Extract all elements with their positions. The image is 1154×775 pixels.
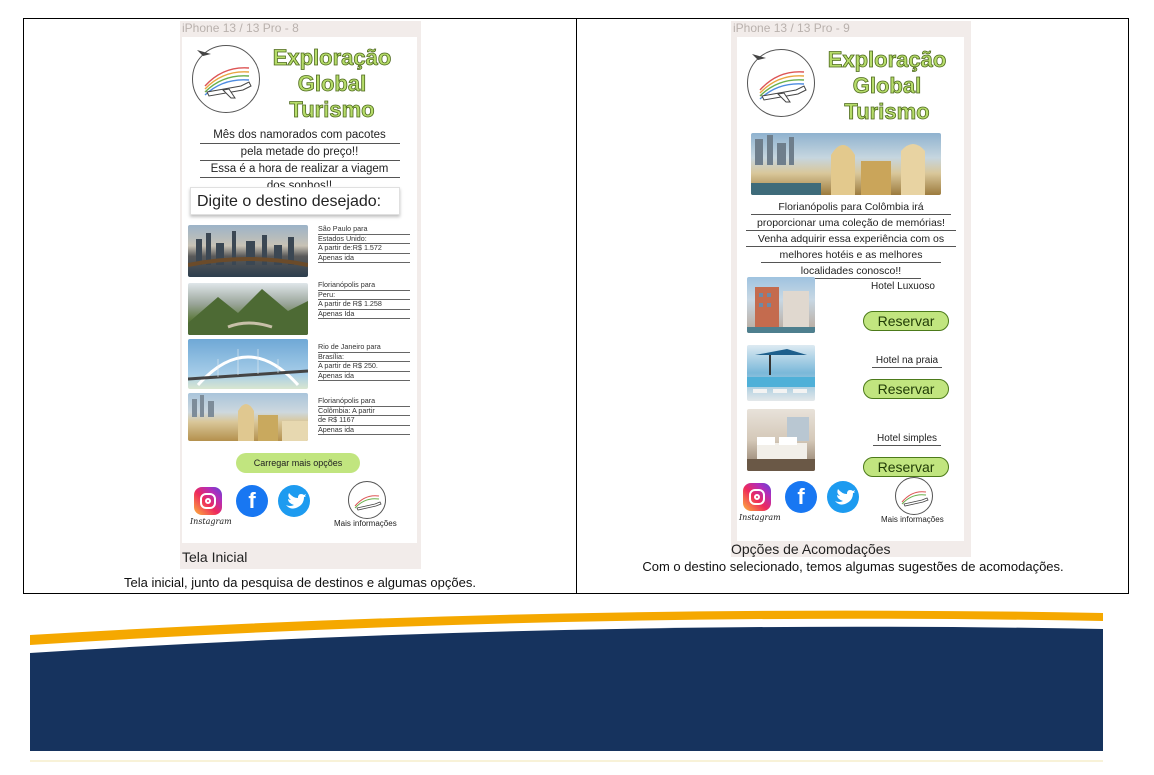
load-more-button[interactable]: Carregar mais opções — [236, 453, 360, 473]
facebook-icon[interactable]: f — [785, 481, 817, 513]
brand-title: Exploração Global Turismo — [272, 45, 392, 123]
airplane-icon — [197, 50, 252, 99]
screen-title: Tela Inicial — [182, 549, 248, 565]
brand-title: Exploração Global Turismo — [827, 47, 947, 125]
more-info-logo-icon[interactable] — [348, 481, 386, 519]
hotel-name-1: Hotel Luxuoso — [871, 281, 935, 292]
more-info-logo-icon[interactable] — [895, 477, 933, 515]
instagram-wordmark: Instagram — [739, 513, 781, 522]
instagram-icon[interactable] — [194, 487, 222, 515]
logo — [747, 49, 815, 117]
twitter-icon[interactable] — [827, 481, 859, 513]
right-cell: iPhone 13 / 13 Pro - 9 Exploração Global… — [577, 19, 1129, 593]
deal-text-2[interactable]: Florianópolis para Peru: A partir de R$ 1.… — [318, 280, 410, 320]
reserve-button-3[interactable]: Reservar — [863, 457, 949, 477]
phone-frame-home: iPhone 13 / 13 Pro - 8 Exploração Global… — [180, 21, 421, 569]
deal-image-colombia[interactable] — [188, 393, 308, 441]
comparison-table: iPhone 13 / 13 Pro - 8 Exploração Global… — [23, 18, 1129, 594]
more-info-label[interactable]: Mais informações — [334, 519, 397, 528]
airplane-icon — [752, 54, 807, 103]
screen-accommodations: Exploração Global Turismo Florianópolis … — [737, 37, 964, 541]
facebook-icon[interactable]: f — [236, 485, 268, 517]
twitter-icon[interactable] — [278, 485, 310, 517]
frame-label: iPhone 13 / 13 Pro - 8 — [182, 21, 299, 35]
left-cell: iPhone 13 / 13 Pro - 8 Exploração Global… — [24, 19, 576, 593]
hotel-image-3[interactable] — [747, 409, 815, 471]
instagram-wordmark: Instagram — [190, 517, 232, 526]
destination-image-colombia — [751, 133, 941, 195]
reserve-button-1[interactable]: Reservar — [863, 311, 949, 331]
destination-search-input[interactable]: Digite o destino desejado: — [190, 187, 400, 215]
hotel-image-2[interactable] — [747, 345, 815, 401]
deal-text-3[interactable]: Rio de Janeiro para Brasília: A partir de … — [318, 342, 410, 382]
screen-title: Opções de Acomodações — [731, 541, 891, 557]
footer-banner — [30, 610, 1103, 762]
screen-home: Exploração Global Turismo Mês dos namora… — [182, 37, 417, 543]
instagram-icon[interactable] — [743, 483, 771, 511]
footer-navy-band — [30, 626, 1103, 751]
phone-frame-accommodations: iPhone 13 / 13 Pro - 9 Exploração Global… — [731, 21, 971, 557]
caption-accommodations: Com o destino selecionado, temos algumas… — [642, 559, 1064, 574]
caption-home: Tela inicial, junto da pesquisa de desti… — [124, 575, 476, 590]
more-info-label[interactable]: Mais informações — [881, 515, 944, 524]
hotel-name-2: Hotel na praia — [859, 355, 955, 368]
deal-image-new-york[interactable] — [188, 225, 308, 277]
hotel-image-1[interactable] — [747, 277, 815, 333]
deal-image-peru[interactable] — [188, 283, 308, 335]
hotel-name-3: Hotel simples — [859, 433, 955, 446]
frame-label: iPhone 13 / 13 Pro - 9 — [733, 21, 850, 35]
deal-text-4[interactable]: Florianópolis para Colômbia: A partir de R… — [318, 396, 410, 436]
deal-image-brasilia[interactable] — [188, 339, 308, 389]
promo-text: Florianópolis para Colômbia irá proporci… — [741, 201, 961, 281]
reserve-button-2[interactable]: Reservar — [863, 379, 949, 399]
logo — [192, 45, 260, 113]
deal-text-1[interactable]: São Paulo para Estados Unido: A partir de:… — [318, 224, 410, 264]
